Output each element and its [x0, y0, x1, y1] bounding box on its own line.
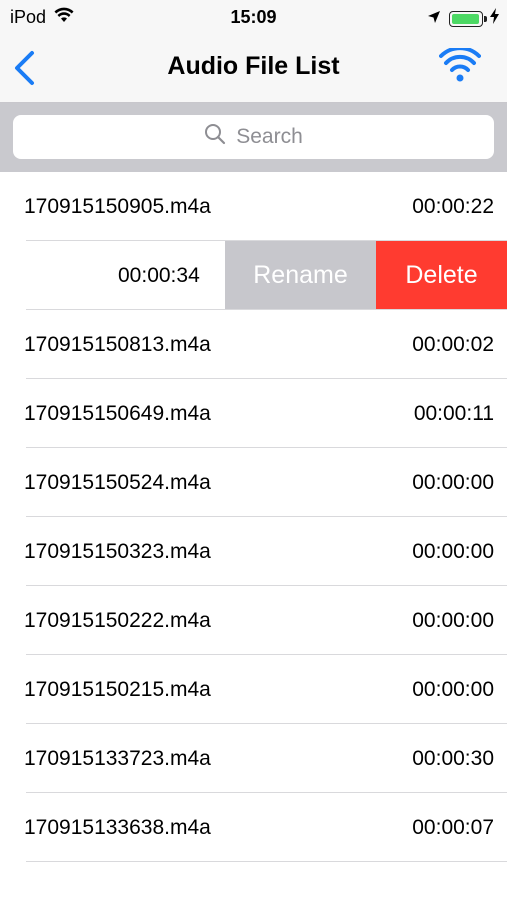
list-item[interactable]: 170915150215.m4a 00:00:00 [0, 655, 507, 724]
navigation-bar: Audio File List [0, 34, 507, 103]
wifi-transfer-button[interactable] [439, 46, 481, 84]
list-item[interactable]: 170915150222.m4a 00:00:00 [0, 586, 507, 655]
status-right [427, 8, 499, 29]
file-name: 170915150524.m4a [24, 471, 211, 494]
file-duration: 00:00:00 [412, 609, 494, 632]
page-title: Audio File List [167, 52, 340, 80]
file-name: 170915133723.m4a [24, 747, 211, 770]
location-arrow-icon [427, 8, 441, 29]
file-duration: 00:00:11 [413, 402, 494, 425]
search-icon [204, 123, 236, 151]
audio-file-list: 170915150905.m4a 00:00:22 00:00:34 Renam… [0, 172, 507, 862]
file-name: 170915150222.m4a [24, 609, 211, 632]
file-duration: 00:00:00 [412, 471, 494, 494]
file-duration: 00:00:22 [412, 195, 494, 218]
battery-cap [484, 15, 487, 22]
file-name: 170915150323.m4a [24, 540, 211, 563]
search-placeholder: Search [236, 125, 303, 148]
search-bar-container: Search [0, 103, 507, 172]
file-name: 170915133638.m4a [24, 816, 211, 839]
list-item[interactable]: 170915150649.m4a 00:00:11 [0, 379, 507, 448]
search-input[interactable]: Search [13, 115, 494, 159]
file-duration: 00:00:07 [412, 816, 494, 839]
screen: iPod 15:09 Audio File List Search 170915… [0, 0, 507, 900]
list-item[interactable]: 170915150813.m4a 00:00:02 [0, 310, 507, 379]
battery-icon [449, 10, 483, 27]
file-name: 170915150649.m4a [24, 402, 211, 425]
list-item[interactable]: 170915133638.m4a 00:00:07 [0, 793, 507, 862]
file-name: 170915150905.m4a [24, 195, 211, 218]
delete-button[interactable]: Delete [376, 241, 507, 310]
wifi-icon [439, 46, 481, 88]
list-item[interactable]: 170915150524.m4a 00:00:00 [0, 448, 507, 517]
file-duration: 00:00:30 [412, 747, 494, 770]
file-duration: 00:00:00 [412, 678, 494, 701]
file-name: 170915150813.m4a [24, 333, 211, 356]
charging-bolt-icon [490, 8, 499, 29]
rename-button[interactable]: Rename [225, 241, 376, 310]
list-item-swiped[interactable]: 00:00:34 Rename Delete [0, 241, 507, 310]
status-bar: iPod 15:09 [0, 0, 507, 34]
file-duration: 00:00:34 [118, 264, 200, 287]
list-item[interactable]: 170915150905.m4a 00:00:22 [0, 172, 507, 241]
battery-level-fill [452, 13, 479, 24]
file-duration: 00:00:02 [412, 333, 494, 356]
list-item[interactable]: 170915133723.m4a 00:00:30 [0, 724, 507, 793]
file-name: 170915150215.m4a [24, 678, 211, 701]
list-item[interactable]: 170915150323.m4a 00:00:00 [0, 517, 507, 586]
file-duration: 00:00:00 [412, 540, 494, 563]
